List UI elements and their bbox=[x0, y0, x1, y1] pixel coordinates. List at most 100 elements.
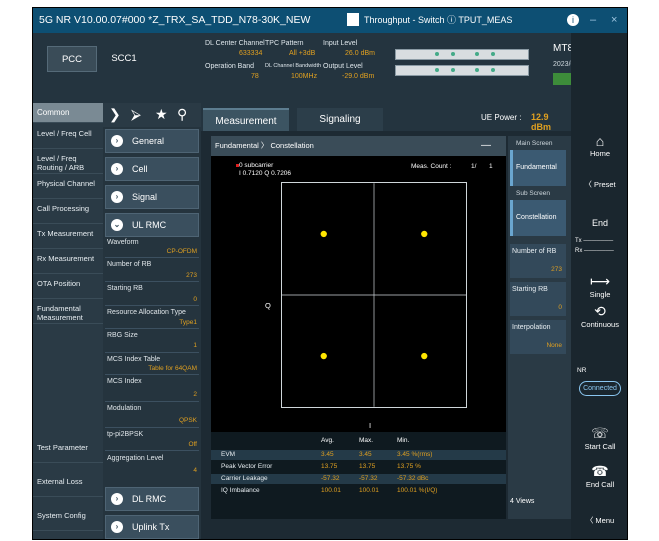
home-button[interactable]: ⌂ Home bbox=[571, 133, 627, 158]
interpolation-setting[interactable]: Interpolation None bbox=[510, 320, 566, 354]
close-button[interactable]: × bbox=[611, 8, 617, 33]
output-level-value: -29.0 dBm bbox=[342, 73, 375, 80]
tab-scc1[interactable]: SCC1 bbox=[99, 46, 149, 72]
collapse-button[interactable]: — bbox=[481, 136, 491, 156]
row-label: Peak Vector Error bbox=[221, 463, 273, 470]
bandwidth-value: 100MHz bbox=[291, 73, 318, 80]
marker-iq-readout: I 0.7120 Q 0.7206 bbox=[239, 170, 292, 177]
sub-screen-constellation-button[interactable]: Constellation bbox=[510, 200, 566, 236]
starting-rb-value[interactable]: 0 bbox=[193, 296, 197, 303]
end-call-button[interactable]: ☎ End Call bbox=[571, 463, 627, 489]
section-general[interactable]: › General bbox=[105, 129, 199, 153]
waveform-value[interactable]: CP-OFDM bbox=[167, 248, 197, 255]
constellation-point bbox=[421, 230, 428, 238]
preset-button[interactable]: 〈 Preset bbox=[571, 179, 627, 190]
info-icon[interactable]: i bbox=[567, 14, 579, 26]
rbg-size-value[interactable]: 1 bbox=[193, 342, 197, 349]
mcs-index-value[interactable]: 2 bbox=[193, 391, 197, 398]
nav-item-call-processing[interactable]: Call Processing bbox=[33, 202, 103, 224]
tab-pcc[interactable]: PCC bbox=[47, 46, 97, 72]
ue-power-label: UE Power : bbox=[481, 113, 522, 122]
breadcrumb: Fundamental 〉 Constellation — bbox=[211, 136, 506, 156]
col-max-header: Max. bbox=[359, 437, 374, 444]
col-avg-header: Avg. bbox=[321, 437, 334, 444]
nav-item-rx-measurement[interactable]: Rx Measurement bbox=[33, 252, 103, 274]
step-icon[interactable]: ⮚ bbox=[131, 106, 141, 123]
nav-item-common[interactable]: Common bbox=[33, 103, 103, 123]
marker-subcarrier: 0 subcarrier bbox=[239, 162, 274, 169]
phone-icon: ☏ bbox=[591, 425, 609, 441]
chevron-down-icon: ⌄ bbox=[111, 219, 123, 231]
chevron-right-icon: › bbox=[111, 135, 123, 147]
measurement-table: Avg. Max. Min. EVM 3.45 3.45 3.45 %(rms)… bbox=[211, 432, 506, 519]
nrb-label: Number of RB bbox=[107, 261, 152, 268]
constellation-point bbox=[421, 352, 428, 360]
favorite-star-icon[interactable]: ★ bbox=[155, 106, 168, 123]
nav-item-ota-position[interactable]: OTA Position bbox=[33, 277, 103, 299]
mcs-index-label: MCS Index bbox=[107, 378, 142, 385]
starting-rb-setting[interactable]: Starting RB 0 bbox=[510, 282, 566, 316]
resource-allocation-label: Resource Allocation Type bbox=[107, 309, 186, 316]
row-avg: 13.75 bbox=[321, 463, 338, 470]
section-cell[interactable]: › Cell bbox=[105, 157, 199, 181]
constellation-panel: Fundamental 〉 Constellation — 0 subcarri… bbox=[211, 136, 506, 519]
rbg-size-label: RBG Size bbox=[107, 332, 138, 339]
input-level-label: Input Level bbox=[323, 40, 358, 47]
constellation-point bbox=[320, 352, 327, 360]
menu-button[interactable]: 〈 Menu bbox=[571, 515, 627, 526]
single-button[interactable]: ⟼ Single bbox=[571, 273, 627, 299]
continuous-button[interactable]: ⟲ Continuous bbox=[571, 303, 627, 329]
row-max: 100.01 bbox=[359, 487, 379, 494]
ue-power-value: 12.9 dBm bbox=[531, 112, 551, 132]
nav-item-test-parameter[interactable]: Test Parameter bbox=[33, 441, 103, 463]
nav-item-physical-channel[interactable]: Physical Channel bbox=[33, 177, 103, 199]
mcs-table-value[interactable]: Table for 64QAM bbox=[148, 365, 197, 372]
aggregation-level-label: Aggregation Level bbox=[107, 455, 164, 462]
nav-item-fundamental-measurement[interactable]: Fundamental Measurement bbox=[33, 302, 103, 324]
end-button[interactable]: End bbox=[571, 218, 627, 228]
tpc-label: TPC Pattern bbox=[265, 40, 304, 47]
meas-count-value: 1/ bbox=[471, 163, 477, 170]
interpolation-label: Interpolation bbox=[512, 324, 551, 331]
navigate-icon[interactable]: ❯ bbox=[109, 106, 121, 123]
start-call-button[interactable]: ☏ Start Call bbox=[571, 425, 627, 451]
row-label: Carrier Leakage bbox=[221, 475, 268, 482]
rx-indicator: Rx ─────── bbox=[575, 248, 614, 254]
views-button[interactable]: 4 Views bbox=[510, 498, 566, 518]
toolbar: ❯ ⮚ ★ ⚲ bbox=[103, 103, 201, 127]
row-max: 3.45 bbox=[359, 451, 372, 458]
title-bar: 5G NR V10.00.07#000 *Z_TRX_SA_TDD_N78-30… bbox=[33, 8, 627, 33]
nrb-setting-value: 273 bbox=[551, 266, 562, 273]
main-screen-fundamental-button[interactable]: Fundamental bbox=[510, 150, 566, 186]
connection-status-badge: Connected bbox=[579, 381, 621, 396]
views-label: 4 Views bbox=[510, 498, 535, 505]
nav-item-level-freq-routing[interactable]: Level / Freq Routing / ARB bbox=[33, 152, 103, 174]
search-icon[interactable]: ⚲ bbox=[177, 106, 187, 123]
nav-item-tx-measurement[interactable]: Tx Measurement bbox=[33, 227, 103, 249]
aggregation-level-value[interactable]: 4 bbox=[193, 467, 197, 474]
tab-measurement[interactable]: Measurement bbox=[203, 108, 289, 131]
row-min: 13.75 % bbox=[397, 463, 421, 470]
nav-item-external-loss[interactable]: External Loss bbox=[33, 475, 103, 497]
throughput-switch[interactable]: Throughput - Switch ⓘ TPUT_MEAS bbox=[364, 8, 512, 33]
modulation-value[interactable]: QPSK bbox=[179, 417, 197, 424]
nrb-setting[interactable]: Number of RB 273 bbox=[510, 244, 566, 278]
throughput-icon bbox=[347, 13, 359, 26]
section-signal[interactable]: › Signal bbox=[105, 185, 199, 209]
q-axis-label: Q bbox=[265, 301, 271, 310]
resource-allocation-value[interactable]: Type1 bbox=[179, 319, 197, 326]
nrb-value[interactable]: 273 bbox=[186, 272, 197, 279]
section-dl-rmc[interactable]: › DL RMC bbox=[105, 487, 199, 511]
row-max: 13.75 bbox=[359, 463, 376, 470]
section-ul-rmc[interactable]: ⌄ UL RMC bbox=[105, 213, 199, 237]
nav-item-level-freq-cell[interactable]: Level / Freq Cell bbox=[33, 127, 103, 149]
row-avg: -57.32 bbox=[321, 475, 340, 482]
tab-signaling[interactable]: Signaling bbox=[297, 108, 383, 131]
minimize-button[interactable]: – bbox=[590, 8, 596, 33]
section-uplink-tx-switching[interactable]: ›Uplink Tx Switching bbox=[105, 515, 199, 539]
nrb-setting-label: Number of RB bbox=[512, 248, 557, 255]
nav-item-system-config[interactable]: System Config bbox=[33, 509, 103, 531]
row-label: EVM bbox=[221, 451, 236, 458]
row-avg: 3.45 bbox=[321, 451, 334, 458]
tp-pi2bpsk-value[interactable]: Off bbox=[188, 441, 197, 448]
